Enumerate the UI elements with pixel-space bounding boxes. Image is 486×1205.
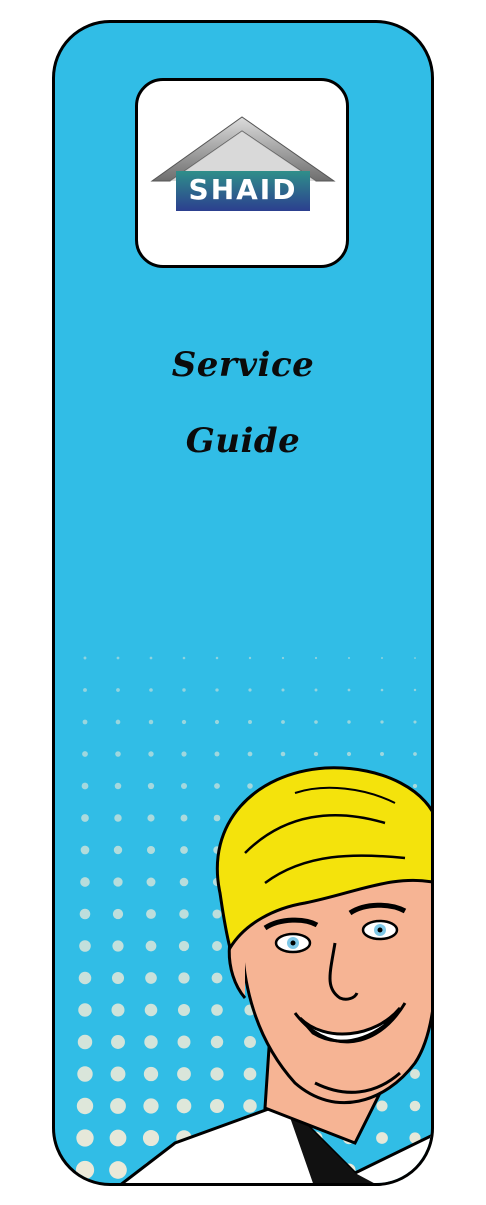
title-line-2: Guide — [185, 421, 301, 461]
service-guide-bookmark: SHAID Service Guide — [52, 20, 434, 1186]
house-roof-logo: SHAID — [150, 116, 336, 211]
logo-panel: SHAID — [135, 78, 349, 268]
logo-text: SHAID — [189, 173, 298, 206]
title-line-1: Service — [171, 345, 315, 385]
